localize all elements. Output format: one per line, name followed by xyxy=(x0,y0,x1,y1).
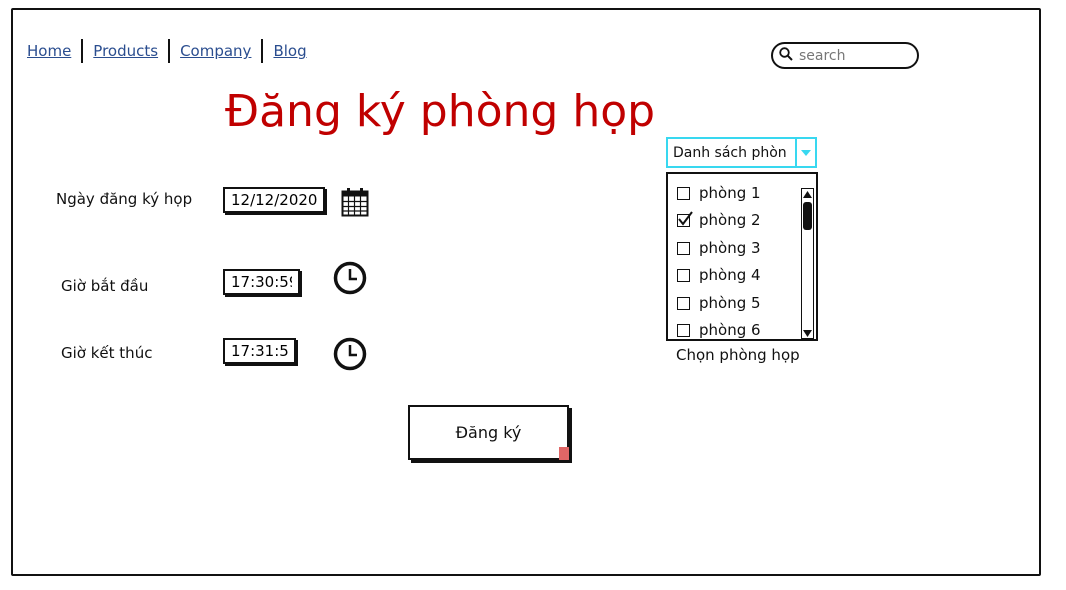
room-item-label: phòng 4 xyxy=(699,266,761,284)
search-box[interactable] xyxy=(771,42,919,69)
page-title: Đăng ký phòng họp xyxy=(225,86,656,137)
dropdown-value: Danh sách phòn xyxy=(673,144,787,161)
room-item-6[interactable]: phòng 6 xyxy=(677,320,761,340)
nav-home-link[interactable]: Home xyxy=(27,42,71,60)
date-field[interactable] xyxy=(223,187,325,213)
register-button[interactable]: Đăng ký xyxy=(408,405,569,460)
room-item-label: phòng 3 xyxy=(699,239,761,257)
room-item-2[interactable]: phòng 2 xyxy=(677,210,761,230)
calendar-icon[interactable] xyxy=(341,187,369,221)
nav-divider xyxy=(81,39,84,63)
nav-divider xyxy=(261,39,264,63)
room-item-1[interactable]: phòng 1 xyxy=(677,183,761,203)
room-item-5[interactable]: phòng 5 xyxy=(677,293,761,313)
checkmark-icon xyxy=(678,210,693,226)
checkbox-checked[interactable] xyxy=(677,210,693,227)
clock-icon[interactable] xyxy=(333,261,367,299)
date-label: Ngày đăng ký họp xyxy=(56,190,193,208)
search-input[interactable] xyxy=(797,46,916,65)
room-item-label: phòng 6 xyxy=(699,321,761,339)
end-time-label: Giờ kết thúc xyxy=(61,344,153,362)
room-item-label: phòng 1 xyxy=(699,184,761,202)
nav-products-link[interactable]: Products xyxy=(93,42,158,60)
room-item-3[interactable]: phòng 3 xyxy=(677,238,761,258)
scrollbar-thumb[interactable] xyxy=(803,202,812,230)
room-item-4[interactable]: phòng 4 xyxy=(677,265,761,285)
room-listbox[interactable]: phòng 1 phòng 2 phòng 3 phòng 4 phòng 5 … xyxy=(666,172,818,341)
nav-divider xyxy=(168,39,171,63)
room-list-caption: Chọn phòng họp xyxy=(676,346,800,364)
start-time-label: Giờ bắt đầu xyxy=(61,277,149,295)
room-item-label: phòng 2 xyxy=(699,211,761,229)
scrollbar[interactable] xyxy=(798,188,816,342)
chevron-down-icon[interactable] xyxy=(795,139,815,166)
top-nav: Home Products Company Blog xyxy=(27,38,307,64)
checkbox[interactable] xyxy=(677,296,690,310)
nav-blog-link[interactable]: Blog xyxy=(273,42,306,60)
end-time-field[interactable] xyxy=(223,338,296,364)
scroll-down-icon[interactable] xyxy=(803,330,812,337)
checkbox[interactable] xyxy=(677,186,690,200)
checkbox[interactable] xyxy=(677,241,690,255)
start-time-field[interactable] xyxy=(223,269,300,295)
clock-icon[interactable] xyxy=(333,337,367,375)
checkbox[interactable] xyxy=(677,323,690,337)
room-item-label: phòng 5 xyxy=(699,294,761,312)
nav-company-link[interactable]: Company xyxy=(180,42,251,60)
checkbox[interactable] xyxy=(677,268,690,282)
search-icon xyxy=(779,46,793,65)
scroll-up-icon[interactable] xyxy=(803,191,812,198)
room-list-dropdown[interactable]: Danh sách phòn xyxy=(666,137,817,168)
marker-flag xyxy=(559,447,569,460)
